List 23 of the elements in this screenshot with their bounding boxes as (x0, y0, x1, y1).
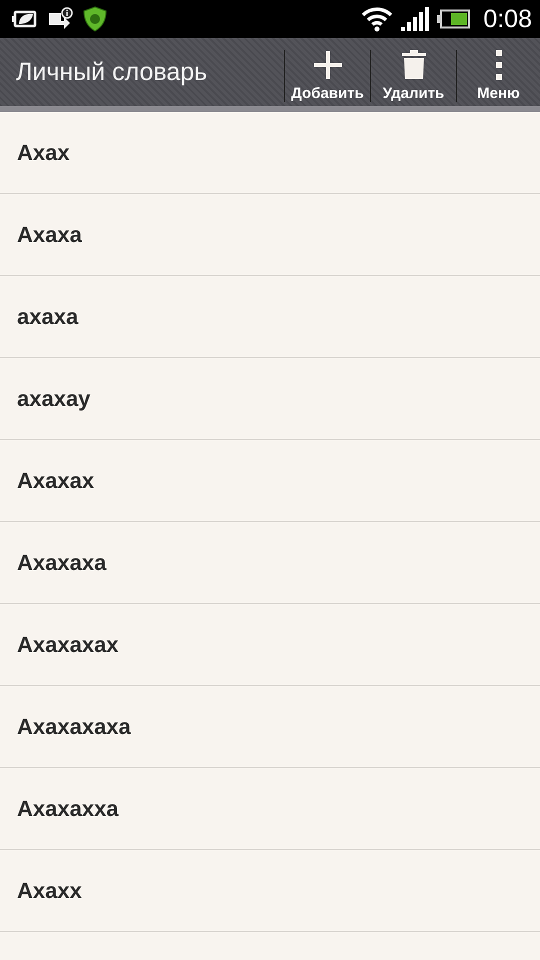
word-item[interactable]: ахаха (17, 304, 78, 330)
battery-icon (437, 9, 472, 29)
word-item[interactable]: Ахахах (17, 468, 94, 494)
screen-title: Личный словарь (15, 58, 208, 86)
trash-icon (400, 50, 426, 80)
word-item[interactable]: Ахах (17, 140, 70, 166)
clock-time: 0:08 (483, 4, 532, 34)
add-icon (312, 50, 342, 80)
word-item[interactable]: Ахахахха (17, 796, 119, 822)
word-item[interactable]: Ахахахаха (17, 714, 131, 740)
shield-icon (82, 6, 108, 32)
word-item[interactable]: ахахау (17, 386, 90, 412)
menu-button[interactable]: Меню (456, 50, 540, 102)
delete-button[interactable]: Удалить (370, 50, 456, 102)
add-button[interactable]: Добавить (284, 50, 370, 102)
word-item[interactable]: Ахахахах (17, 632, 119, 658)
word-item[interactable]: Ахахаха (17, 550, 106, 576)
message-info-icon (48, 7, 74, 31)
signal-icon (401, 6, 430, 32)
wifi-icon (361, 6, 394, 32)
overflow-menu-icon (494, 50, 502, 80)
word-item[interactable]: Ахахх (17, 878, 82, 904)
word-item[interactable]: Ахаха (17, 222, 82, 248)
